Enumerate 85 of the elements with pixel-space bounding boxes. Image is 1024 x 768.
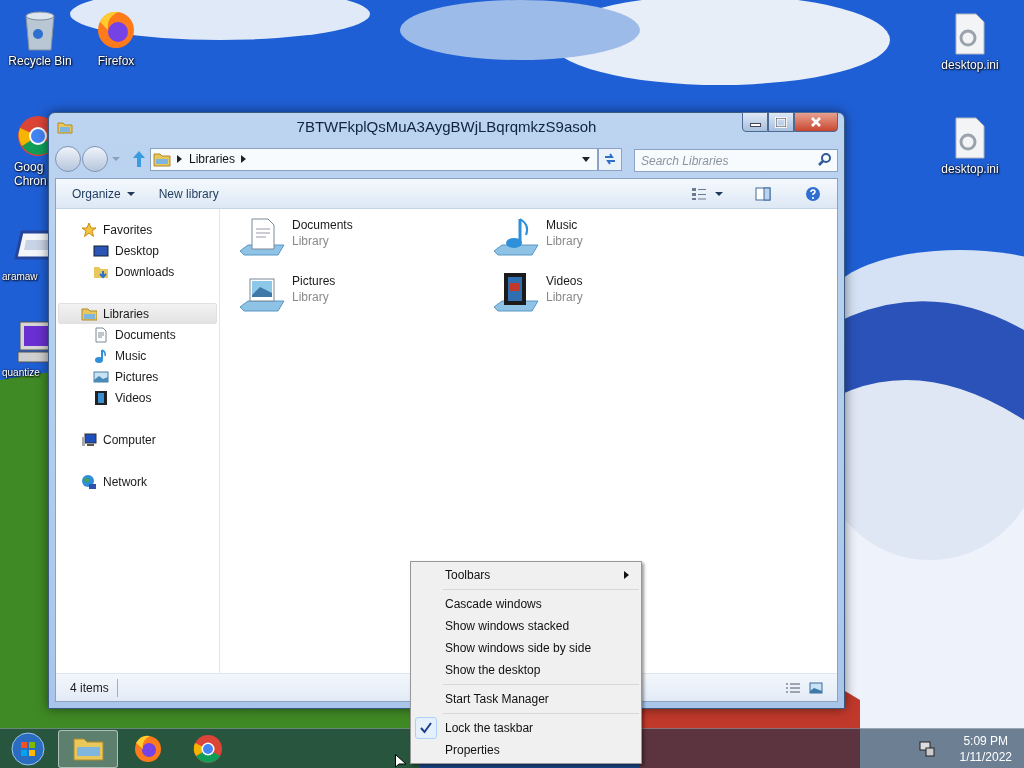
document-library-icon [238, 215, 286, 259]
close-button[interactable] [794, 112, 838, 132]
start-button[interactable] [8, 730, 48, 767]
nav-item[interactable]: Downloads [58, 261, 217, 282]
maximize-button[interactable] [768, 112, 794, 132]
library-folder-icon [81, 305, 97, 322]
network-icon[interactable] [917, 739, 936, 758]
menu-item[interactable]: Cascade windows [413, 593, 639, 615]
nav-item[interactable]: Music [58, 345, 217, 366]
close-icon [811, 117, 821, 127]
globe-icon [81, 473, 97, 490]
icon-label[interactable]: aramaw [2, 270, 38, 284]
icon-label[interactable]: Recycle Bin [8, 54, 72, 68]
view-icon [691, 186, 707, 201]
nav-item[interactable]: Libraries [58, 303, 217, 324]
chevron-right-icon [177, 155, 183, 163]
help-button[interactable] [805, 185, 821, 202]
chevron-right-icon [241, 155, 248, 163]
library-name: Videos [546, 273, 583, 289]
library-item[interactable]: Music Library [492, 215, 583, 271]
search-field[interactable]: Search Libraries [634, 149, 838, 172]
nav-item[interactable]: Favorites [58, 219, 217, 240]
address-bar[interactable]: Libraries [150, 147, 598, 171]
refresh-button[interactable] [598, 147, 622, 171]
taskbar-app-button[interactable] [58, 729, 118, 768]
search-icon [818, 151, 832, 166]
large-icons-button[interactable] [809, 681, 823, 694]
library-item[interactable]: Pictures Library [238, 271, 336, 327]
nav-item[interactable]: Documents [58, 324, 217, 345]
icon-label[interactable]: quantize [2, 366, 40, 380]
computer-icon [81, 431, 97, 448]
maximize-icon [775, 116, 787, 128]
folder-icon [153, 151, 171, 167]
library-item[interactable]: Documents Library [238, 215, 353, 271]
nav-item[interactable]: Videos [58, 387, 217, 408]
icon-label[interactable]: Firefox [97, 54, 135, 68]
library-item[interactable]: Videos Library [492, 271, 583, 327]
menu-item[interactable]: Properties [413, 739, 639, 761]
preview-pane-button[interactable] [755, 186, 771, 201]
music-library-icon [492, 215, 540, 259]
library-type: Library [292, 289, 330, 305]
view-options-button[interactable] [691, 186, 723, 201]
icon-label[interactable]: desktop.ini [941, 58, 999, 72]
icon-label[interactable]: Goog [14, 160, 44, 174]
minimize-button[interactable] [742, 112, 768, 132]
library-type: Library [292, 233, 330, 249]
nav-item[interactable]: Pictures [58, 366, 217, 387]
caret-icon [126, 190, 135, 197]
nav-item[interactable]: Desktop [58, 240, 217, 261]
toolbar-button[interactable]: Organize [72, 184, 135, 203]
menu-item[interactable]: Show windows stacked [413, 615, 639, 637]
up-arrow-icon [132, 150, 146, 168]
menu-item[interactable]: Start Task Manager [413, 688, 639, 710]
music-note-icon [93, 347, 109, 364]
picture-icon [93, 368, 109, 385]
nav-item[interactable]: Network [58, 471, 217, 492]
film-icon [93, 389, 109, 406]
menu-item[interactable]: Show the desktop [413, 659, 639, 681]
toolbar-button[interactable]: New library [158, 184, 219, 203]
monitor-icon [93, 242, 109, 259]
menu-item[interactable]: Lock the taskbar [413, 717, 639, 739]
icon-label[interactable]: desktop.ini [941, 162, 999, 176]
caret-icon [715, 190, 723, 197]
caret-icon [112, 155, 120, 163]
refresh-icon [603, 153, 617, 165]
nav-item[interactable]: Computer [58, 429, 217, 450]
document-icon [93, 326, 109, 343]
library-type: Library [546, 233, 583, 249]
menu-item[interactable]: Toolbars [413, 564, 639, 586]
status-text: 4 items [70, 678, 118, 697]
library-type: Library [546, 289, 583, 305]
library-name: Pictures [292, 273, 336, 289]
library-name: Documents [292, 217, 353, 233]
cursor-icon [395, 754, 407, 768]
window-title: 7BTWFkplQsMuA3AygBWjLBqrqmkzS9asoh [296, 116, 597, 137]
folder-icon [57, 119, 73, 135]
star-icon [81, 221, 97, 238]
library-name: Music [546, 217, 579, 233]
icon-label[interactable]: Chron [14, 174, 47, 188]
minimize-icon [749, 123, 761, 127]
breadcrumb-item[interactable]: Libraries [189, 150, 236, 168]
video-library-icon [492, 271, 540, 315]
menu-item[interactable]: Show windows side by side [413, 637, 639, 659]
clock[interactable]: 5:09 PM 1/11/2022 [959, 732, 1012, 765]
caret-icon [581, 155, 591, 163]
